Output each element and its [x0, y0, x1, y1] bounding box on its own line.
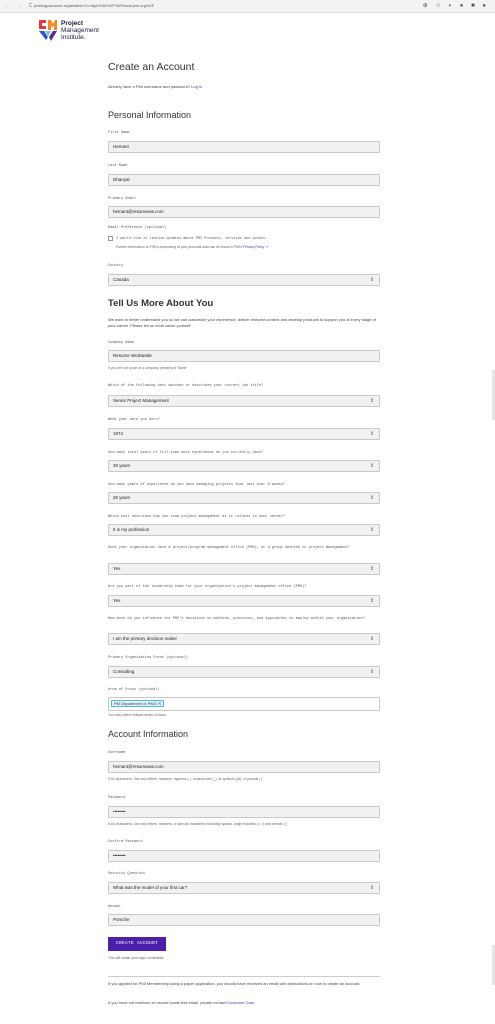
- influence-label: How much do you influence the PMI's deci…: [108, 617, 365, 621]
- area-focus-tag[interactable]: PM Department or PMO ✕: [111, 700, 165, 707]
- account-info-heading: Account Information: [108, 729, 189, 739]
- username-input[interactable]: hemant@resumeww.com: [108, 761, 380, 773]
- confirm-password-input[interactable]: ••••••••: [108, 850, 380, 862]
- email-preference-label: Email Preference (optional): [108, 226, 167, 230]
- job-title-select[interactable]: Senior Project Management ⇕: [108, 395, 380, 407]
- pmo-leadership-label: Are you part of the leadership team for …: [108, 585, 307, 589]
- company-input[interactable]: Resume Worldwide: [108, 350, 380, 362]
- address-bar[interactable]: pmi.org/account-registration?r=https%3A%…: [34, 3, 154, 8]
- pm-experience-select[interactable]: 25 years ⇕: [108, 492, 380, 504]
- select-chevron-icon: ⇕: [369, 566, 374, 572]
- last-name-label: Last Name: [108, 164, 128, 168]
- work-experience-label: How many total years of full-time work e…: [108, 451, 264, 455]
- create-account-help: This will create your login credentials: [108, 956, 164, 960]
- select-chevron-icon: ⇕: [369, 463, 374, 469]
- security-question-select[interactable]: What was the model of your first car? ⇕: [108, 882, 380, 894]
- select-chevron-icon: ⇕: [369, 527, 374, 533]
- email-label: Primary Email: [108, 197, 137, 201]
- job-title-label: Which of the following best matches or d…: [108, 384, 264, 388]
- create-account-button[interactable]: CREATE ACCOUNT: [108, 937, 166, 951]
- email-preference-text: I would like to receive updates about PM…: [116, 237, 268, 241]
- customer-care-note: If you have not received or cannot locat…: [108, 1000, 255, 1005]
- username-help: 5-50 characters. Use only letters, numbe…: [108, 777, 263, 781]
- pmo-select[interactable]: Yes ⇕: [108, 563, 380, 575]
- last-name-input[interactable]: Dhanyal: [108, 174, 380, 186]
- birth-year-select[interactable]: 1974 ⇕: [108, 428, 380, 440]
- email-input[interactable]: hemant@resumeww.com: [108, 206, 380, 218]
- password-help: 5-60 characters. Use only letters, numbe…: [108, 822, 287, 826]
- first-name-input[interactable]: Hemant: [108, 141, 380, 153]
- select-chevron-icon: ⇕: [369, 495, 374, 501]
- pmo-label: Does your organization have a project/pr…: [108, 546, 350, 550]
- birth-year-label: What year were you born?: [108, 418, 160, 422]
- pmi-logo[interactable]: Project Management Institute.: [38, 18, 118, 44]
- area-focus-multiselect[interactable]: PM Department or PMO ✕: [108, 697, 380, 711]
- select-chevron-icon: ⇕: [369, 636, 374, 642]
- login-prompt: Already have a PMI username and password…: [108, 84, 203, 89]
- pm-view-select[interactable]: It is my profession ⇕: [108, 524, 380, 536]
- org-focus-label: Primary Organization Focus (optional): [108, 656, 188, 660]
- country-label: Country: [108, 264, 124, 268]
- select-chevron-icon: ⇕: [369, 669, 374, 675]
- area-focus-label: Area of Focus (optional): [108, 688, 160, 692]
- tell-us-more-intro: We want to better understand you so we c…: [108, 317, 376, 328]
- first-name-label: First Name: [108, 131, 130, 135]
- customer-care-link[interactable]: Customer Care: [227, 1000, 254, 1005]
- select-chevron-icon: ⇕: [369, 277, 374, 283]
- select-chevron-icon: ⇕: [369, 431, 374, 437]
- email-preference-checkbox[interactable]: [108, 236, 113, 241]
- answer-label: Answer: [108, 905, 121, 909]
- influence-select[interactable]: I am the primary decision maker ⇕: [108, 633, 380, 645]
- area-focus-help: You may select multiple areas of focus.: [108, 713, 167, 717]
- pm-experience-label: How many years of experience do you have…: [108, 483, 285, 487]
- tell-us-more-heading: Tell Us More About You: [108, 298, 214, 309]
- password-label: Password: [108, 796, 126, 800]
- login-link[interactable]: Log in: [191, 84, 202, 89]
- logo-text: Project Management Institute.: [61, 20, 99, 41]
- privacy-note: Further information on PMI's processing …: [116, 245, 269, 249]
- org-focus-select[interactable]: Consulting ⇕: [108, 666, 380, 678]
- security-question-label: Security Question: [108, 872, 145, 876]
- username-label: Username: [108, 751, 126, 755]
- page-title: Create an Account: [108, 61, 195, 73]
- select-chevron-icon: ⇕: [369, 598, 374, 604]
- password-input[interactable]: ••••••••: [108, 806, 380, 818]
- footer-divider: [108, 976, 380, 977]
- company-label: Company Name: [108, 341, 134, 345]
- privacy-policy-link[interactable]: Privacy Policy: [243, 245, 264, 249]
- country-select[interactable]: Canada ⇕: [108, 274, 380, 286]
- paper-application-note: If you applied for PMI Membership using …: [108, 981, 361, 986]
- select-chevron-icon: ⇕: [369, 885, 374, 891]
- remove-tag-icon[interactable]: ✕: [158, 701, 161, 706]
- browser-toolbar: ← → C ⌂ pmi.org/account-registration?r=h…: [0, 0, 495, 13]
- company-help: If you are not a part of a company, plea…: [108, 366, 188, 370]
- select-chevron-icon: ⇕: [369, 398, 374, 404]
- external-link-icon: ↗: [265, 245, 269, 249]
- pmo-leadership-select[interactable]: Yes ⇕: [108, 595, 380, 607]
- confirm-password-label: Confirm Password: [108, 840, 143, 844]
- work-experience-select[interactable]: 30 years ⇕: [108, 460, 380, 472]
- pm-view-label: Which best describes how you view projec…: [108, 515, 285, 519]
- answer-input[interactable]: Porsche: [108, 914, 380, 926]
- browser-extension-icons[interactable]: ⊕ ☆ ◐ ● ■ ●: [423, 2, 489, 9]
- pmi-logo-icon: [39, 20, 57, 41]
- personal-info-heading: Personal Information: [108, 110, 192, 120]
